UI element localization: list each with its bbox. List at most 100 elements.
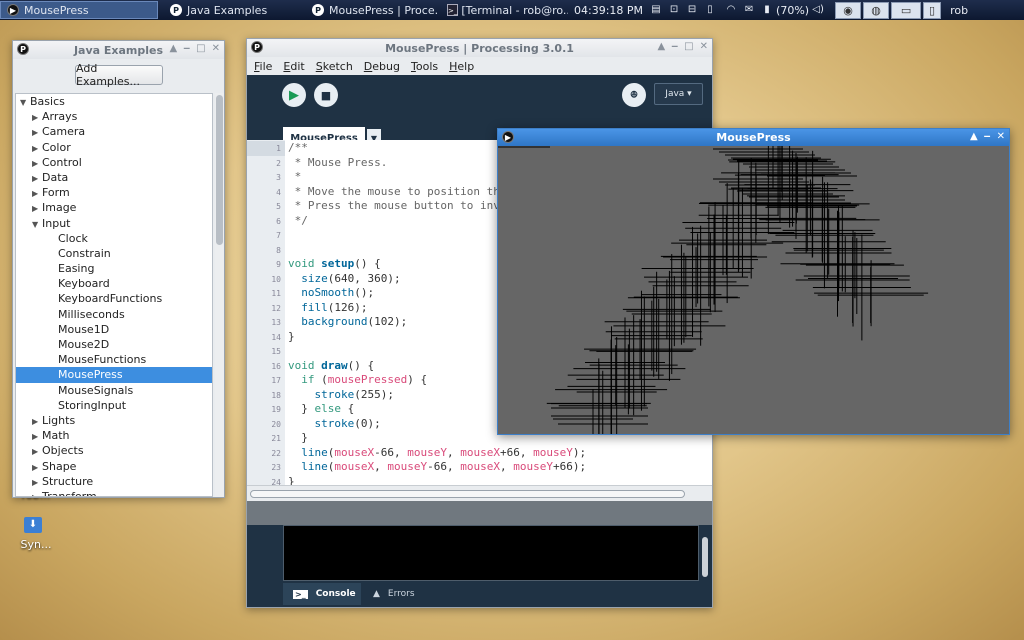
menu-help[interactable]: Help [445, 60, 478, 73]
tree-item[interactable]: Easing [16, 261, 212, 276]
collapsed-arrow-icon[interactable]: ▶ [32, 125, 42, 140]
tree-item[interactable]: ▶ Image [16, 200, 212, 215]
expanded-arrow-icon[interactable]: ▼ [20, 95, 30, 110]
scroll-thumb[interactable] [216, 95, 223, 245]
tree-item[interactable]: ▶ Math [16, 428, 212, 443]
code-line[interactable]: noSmooth(); [288, 286, 374, 301]
code-line[interactable]: background(102); [288, 315, 407, 330]
code-line[interactable]: } [288, 330, 295, 345]
tree-item[interactable]: MouseFunctions [16, 352, 212, 367]
collapsed-arrow-icon[interactable]: ▶ [32, 429, 42, 444]
tree-item[interactable]: ▶ Structure [16, 474, 212, 489]
code-line[interactable]: fill(126); [288, 301, 367, 316]
console-output[interactable] [283, 525, 699, 581]
window-switcher-icon[interactable]: ▭ [891, 1, 922, 19]
tree-item[interactable]: ▶ Shape [16, 459, 212, 474]
tree-item[interactable]: ▶ Objects [16, 443, 212, 458]
minimize-icon[interactable]: ‒ [183, 43, 190, 54]
sketch-canvas[interactable] [498, 146, 1009, 434]
phone-icon[interactable]: ▯ [704, 4, 716, 16]
console-scrollbar[interactable] [702, 537, 708, 577]
tree-item[interactable]: ▶ Lights [16, 413, 212, 428]
code-line[interactable]: void setup() { [288, 257, 381, 272]
menu-file[interactable]: File [250, 60, 276, 73]
code-line[interactable]: size(640, 360); [288, 272, 400, 287]
window-titlebar[interactable]: P Java Examples ▲ ‒ □ ✕ [13, 41, 224, 59]
move-up-icon[interactable]: ▲ [657, 41, 665, 52]
code-line[interactable]: } [288, 431, 308, 446]
horizontal-scrollbar[interactable] [247, 485, 712, 501]
chrome-icon[interactable]: ◉ [835, 1, 862, 19]
mail-icon[interactable]: ✉ [743, 4, 755, 16]
download-icon[interactable]: ⬇ [24, 517, 42, 533]
tree-item[interactable]: ▶Transform [16, 489, 212, 496]
tree-item[interactable]: ▶ Camera [16, 124, 212, 139]
tree-scrollbar[interactable] [215, 93, 224, 497]
code-line[interactable]: */ [288, 214, 308, 229]
collapsed-arrow-icon[interactable]: ▶ [32, 171, 42, 186]
code-line[interactable]: } [288, 475, 295, 486]
tab-errors[interactable]: ▲ Errors [363, 583, 437, 605]
tree-item[interactable]: Clock [16, 231, 212, 246]
window-titlebar[interactable]: P MousePress | Processing 3.0.1 ▲ ‒ □ ✕ [247, 39, 712, 57]
maximize-icon[interactable]: □ [684, 41, 693, 52]
menu-debug[interactable]: Debug [360, 60, 404, 73]
close-icon[interactable]: ✕ [212, 43, 220, 54]
close-icon[interactable]: ✕ [997, 131, 1005, 142]
tree-item[interactable]: ▼ Input [16, 216, 212, 231]
code-line[interactable]: stroke(0); [288, 417, 381, 432]
run-button[interactable]: ▶ [282, 83, 306, 107]
tree-item[interactable]: MousePress [16, 367, 212, 383]
collapsed-arrow-icon[interactable]: ▶ [32, 141, 42, 156]
collapsed-arrow-icon[interactable]: ▶ [32, 444, 42, 459]
mode-selector[interactable]: Java ▾ [654, 83, 703, 105]
code-line[interactable]: stroke(255); [288, 388, 395, 403]
add-examples-button[interactable]: Add Examples... [75, 62, 163, 88]
tree-item[interactable]: StoringInput [16, 398, 212, 413]
scroll-thumb[interactable] [250, 490, 685, 498]
code-line[interactable]: if (mousePressed) { [288, 373, 427, 388]
collapsed-arrow-icon[interactable]: ▶ [32, 201, 42, 216]
code-line[interactable]: /** [288, 141, 308, 156]
clipboard-icon[interactable]: ▤ [650, 4, 662, 16]
collapsed-arrow-icon[interactable]: ▶ [32, 156, 42, 171]
code-line[interactable]: * Move the mouse to position the [288, 185, 507, 200]
media-icon[interactable]: ⊟ [686, 4, 698, 16]
code-line[interactable]: void draw() { [288, 359, 374, 374]
lock-icon[interactable]: ⊡ [668, 4, 680, 16]
tree-item[interactable]: Milliseconds [16, 307, 212, 322]
code-line[interactable]: line(mouseX-66, mouseY, mouseX+66, mouse… [288, 446, 586, 461]
code-line[interactable]: line(mouseX, mouseY-66, mouseX, mouseY+6… [288, 460, 586, 475]
code-line[interactable]: } else { [288, 402, 354, 417]
window-titlebar[interactable]: ▶ MousePress ▲ ‒ ✕ [498, 129, 1009, 146]
move-up-icon[interactable]: ▲ [169, 43, 177, 54]
task-mousepress[interactable]: ▶ MousePress [0, 1, 158, 19]
code-line[interactable]: * Mouse Press. [288, 156, 388, 171]
tree-item[interactable]: Constrain [16, 246, 212, 261]
document-icon[interactable]: ▯ [923, 1, 942, 19]
tree-item[interactable]: KeyboardFunctions [16, 291, 212, 306]
tree-item[interactable]: Keyboard [16, 276, 212, 291]
tree-item[interactable]: ▶ Control [16, 155, 212, 170]
minimize-icon[interactable]: ‒ [984, 131, 991, 142]
tree-item[interactable]: ▶ Data [16, 170, 212, 185]
close-icon[interactable]: ✕ [700, 41, 708, 52]
collapsed-arrow-icon[interactable]: ▶ [32, 460, 42, 475]
user-name[interactable]: rob [950, 4, 968, 17]
tree-item[interactable]: Mouse2D [16, 337, 212, 352]
code-line[interactable]: * Press the mouse button to inve [288, 199, 507, 214]
menu-sketch[interactable]: Sketch [312, 60, 357, 73]
tree-item[interactable]: ▶ Arrays [16, 109, 212, 124]
collapsed-arrow-icon[interactable]: ▶ [32, 186, 42, 201]
tree-item[interactable]: ▶ Color [16, 140, 212, 155]
expanded-arrow-icon[interactable]: ▼ [32, 217, 42, 232]
tab-console[interactable]: >_ Console [283, 583, 361, 605]
collapsed-arrow-icon[interactable]: ▶ [32, 490, 42, 496]
menu-tools[interactable]: Tools [407, 60, 442, 73]
desktop-icon-sync[interactable]: Syn... [18, 538, 54, 554]
task-java-examples[interactable]: P Java Examples [164, 1, 304, 19]
debug-button[interactable]: ꔮ [622, 83, 646, 107]
stop-button[interactable]: ■ [314, 83, 338, 107]
collapsed-arrow-icon[interactable]: ▶ [32, 110, 42, 125]
clock[interactable]: 04:39:18 PM [574, 4, 643, 17]
